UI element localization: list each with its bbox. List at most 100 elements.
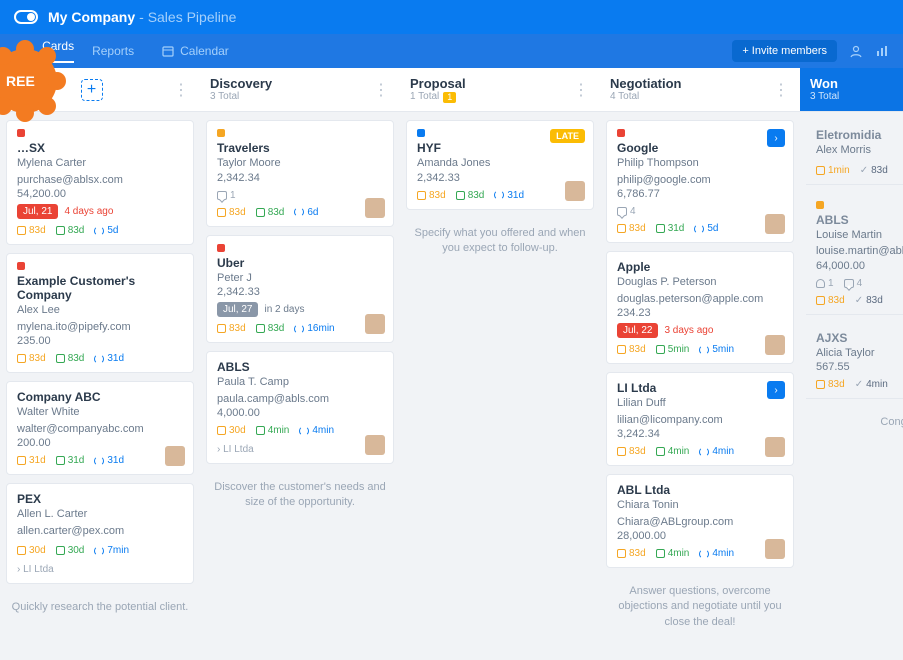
card-title: Eletromidia <box>816 128 903 142</box>
assignee-avatar[interactable] <box>365 198 385 218</box>
card-sublink[interactable]: › LI Ltda <box>17 564 183 575</box>
card-email: lilian@licompany.com <box>617 412 783 429</box>
card[interactable]: ABLSPaula T. Camppaula.camp@abls.com4,00… <box>206 351 394 464</box>
card-meta: 30d30d7min <box>17 545 183 556</box>
card-value: 567.55 <box>816 361 903 373</box>
column-total: 4 Total <box>610 91 682 103</box>
card-email: paula.camp@abls.com <box>217 391 383 408</box>
card-title: Company ABC <box>17 390 183 404</box>
meta-item: 83d <box>17 225 46 236</box>
nav-bar: ❮ Cards Reports Calendar + Invite member… <box>0 34 903 68</box>
card[interactable]: UberPeter J2,342.33Jul, 27in 2 days83d83… <box>206 235 394 344</box>
meta-item: 31d <box>94 455 124 466</box>
card-contact: Peter J <box>217 270 383 287</box>
meta-item: 31d <box>656 223 685 234</box>
priority-dot <box>217 244 225 252</box>
company-name: My Company <box>48 9 135 25</box>
card-meta: 83d83d5d <box>17 225 183 236</box>
card-value: 234.23 <box>617 307 783 319</box>
meta-item: 83d <box>217 207 246 218</box>
comment-count: 1 <box>217 190 236 201</box>
top-bar: My Company - Sales Pipeline <box>0 0 903 34</box>
column-menu-icon[interactable]: ⋮ <box>173 80 190 100</box>
meta-item: 83d <box>617 548 646 559</box>
card[interactable]: AppleDouglas P. Petersondouglas.peterson… <box>606 251 794 364</box>
card-title: HYF <box>417 141 583 155</box>
assignee-avatar[interactable] <box>765 539 785 559</box>
card-title: Apple <box>617 260 783 274</box>
card[interactable]: LATEHYFAmanda Jones2,342.3383d83d31d <box>406 120 594 210</box>
card-email: allen.carter@pex.com <box>17 523 183 540</box>
assignee-avatar[interactable] <box>765 335 785 355</box>
card-meta: 83d4min4min <box>617 446 783 457</box>
column-hint: Discover the customer's needs and size o… <box>200 472 400 519</box>
card-contact: Douglas P. Peterson <box>617 274 783 291</box>
kanban-board: + ⋮ …SXMylena Carterpurchase@ablsx.com54,2… <box>0 68 903 660</box>
card[interactable]: …SXMylena Carterpurchase@ablsx.com54,200… <box>6 120 194 245</box>
card[interactable]: Example Customer's CompanyAlex Leemylena… <box>6 253 194 373</box>
assignee-avatar[interactable] <box>765 214 785 234</box>
card-title: ABL Ltda <box>617 483 783 497</box>
column-title: Proposal <box>410 76 466 92</box>
card-value: 2,342.34 <box>217 172 383 184</box>
column-menu-icon[interactable]: ⋮ <box>773 80 790 100</box>
meta-item: ✓83d <box>860 165 888 176</box>
meta-item: 31d <box>494 190 524 201</box>
user-icon[interactable] <box>849 44 863 58</box>
stats-icon[interactable] <box>875 44 889 58</box>
assignee-avatar[interactable] <box>165 446 185 466</box>
due-relative: 3 days ago <box>664 325 713 336</box>
card-title: AJXS <box>816 331 903 345</box>
column-header: Won3 Total✓ <box>800 68 903 112</box>
card-title: PEX <box>17 492 183 506</box>
assignee-avatar[interactable] <box>365 314 385 334</box>
tab-reports[interactable]: Reports <box>92 44 134 58</box>
add-card-button[interactable]: + <box>81 79 103 101</box>
meta-comment: 4 <box>844 278 863 289</box>
card[interactable]: EletromidiaAlex Morris1min✓83d <box>806 120 903 185</box>
assignee-avatar[interactable] <box>565 181 585 201</box>
column-menu-icon[interactable]: ⋮ <box>373 80 390 100</box>
card[interactable]: Company ABCWalter Whitewalter@companyabc… <box>6 381 194 475</box>
free-badge: REE <box>0 40 66 122</box>
card[interactable]: AJXSAlicia Taylor567.5583d✓4min <box>806 323 903 400</box>
card[interactable]: ABLSLouise Martinlouise.martin@abls.c64,… <box>806 193 903 315</box>
column-header: Discovery3 Total⋮ <box>200 68 400 112</box>
meta-item: 31d <box>56 455 85 466</box>
meta-item: 83d <box>417 190 446 201</box>
column-header: Negotiation4 Total ⋮ <box>600 68 800 112</box>
advance-icon[interactable]: › <box>767 129 785 147</box>
column-total: 3 Total <box>210 91 272 103</box>
card-contact: Alicia Taylor <box>816 345 903 362</box>
meta-item: 83d <box>617 223 646 234</box>
priority-dot <box>17 262 25 270</box>
card[interactable]: TravelersTaylor Moore2,342.34183d83d6d <box>206 120 394 227</box>
meta-item: 83d <box>617 446 646 457</box>
advance-icon[interactable]: › <box>767 381 785 399</box>
column-title: Negotiation <box>610 76 682 92</box>
card-meta: 83d83d31d <box>417 190 583 201</box>
card-value: 28,000.00 <box>617 530 783 542</box>
tab-calendar[interactable]: Calendar <box>162 44 229 58</box>
meta-item: 83d <box>256 207 285 218</box>
card-sublink[interactable]: › LI Ltda <box>217 444 383 455</box>
card[interactable]: ›LI LtdaLilian Dufflilian@licompany.com3… <box>606 372 794 466</box>
card[interactable]: PEXAllen L. Carterallen.carter@pex.com30… <box>6 483 194 584</box>
due-relative: in 2 days <box>264 304 304 315</box>
late-badge: LATE <box>550 129 585 143</box>
card[interactable]: ›GooglePhilip Thompsonphilip@google.com6… <box>606 120 794 243</box>
card-value: 2,342.33 <box>417 172 583 184</box>
card-value: 4,000.00 <box>217 407 383 419</box>
card[interactable]: ABL LtdaChiara ToninChiara@ABLgroup.com2… <box>606 474 794 568</box>
card-title: …SX <box>17 141 183 155</box>
meta-item: 83d <box>56 225 85 236</box>
comment-count: 4 <box>617 206 636 217</box>
column-menu-icon[interactable]: ⋮ <box>573 80 590 100</box>
invite-members-button[interactable]: + Invite members <box>732 40 837 62</box>
assignee-avatar[interactable] <box>765 437 785 457</box>
card-contact: Mylena Carter <box>17 155 183 172</box>
priority-dot <box>617 129 625 137</box>
meta-person: 1 <box>816 278 834 289</box>
assignee-avatar[interactable] <box>365 435 385 455</box>
app-logo-icon <box>14 10 38 24</box>
